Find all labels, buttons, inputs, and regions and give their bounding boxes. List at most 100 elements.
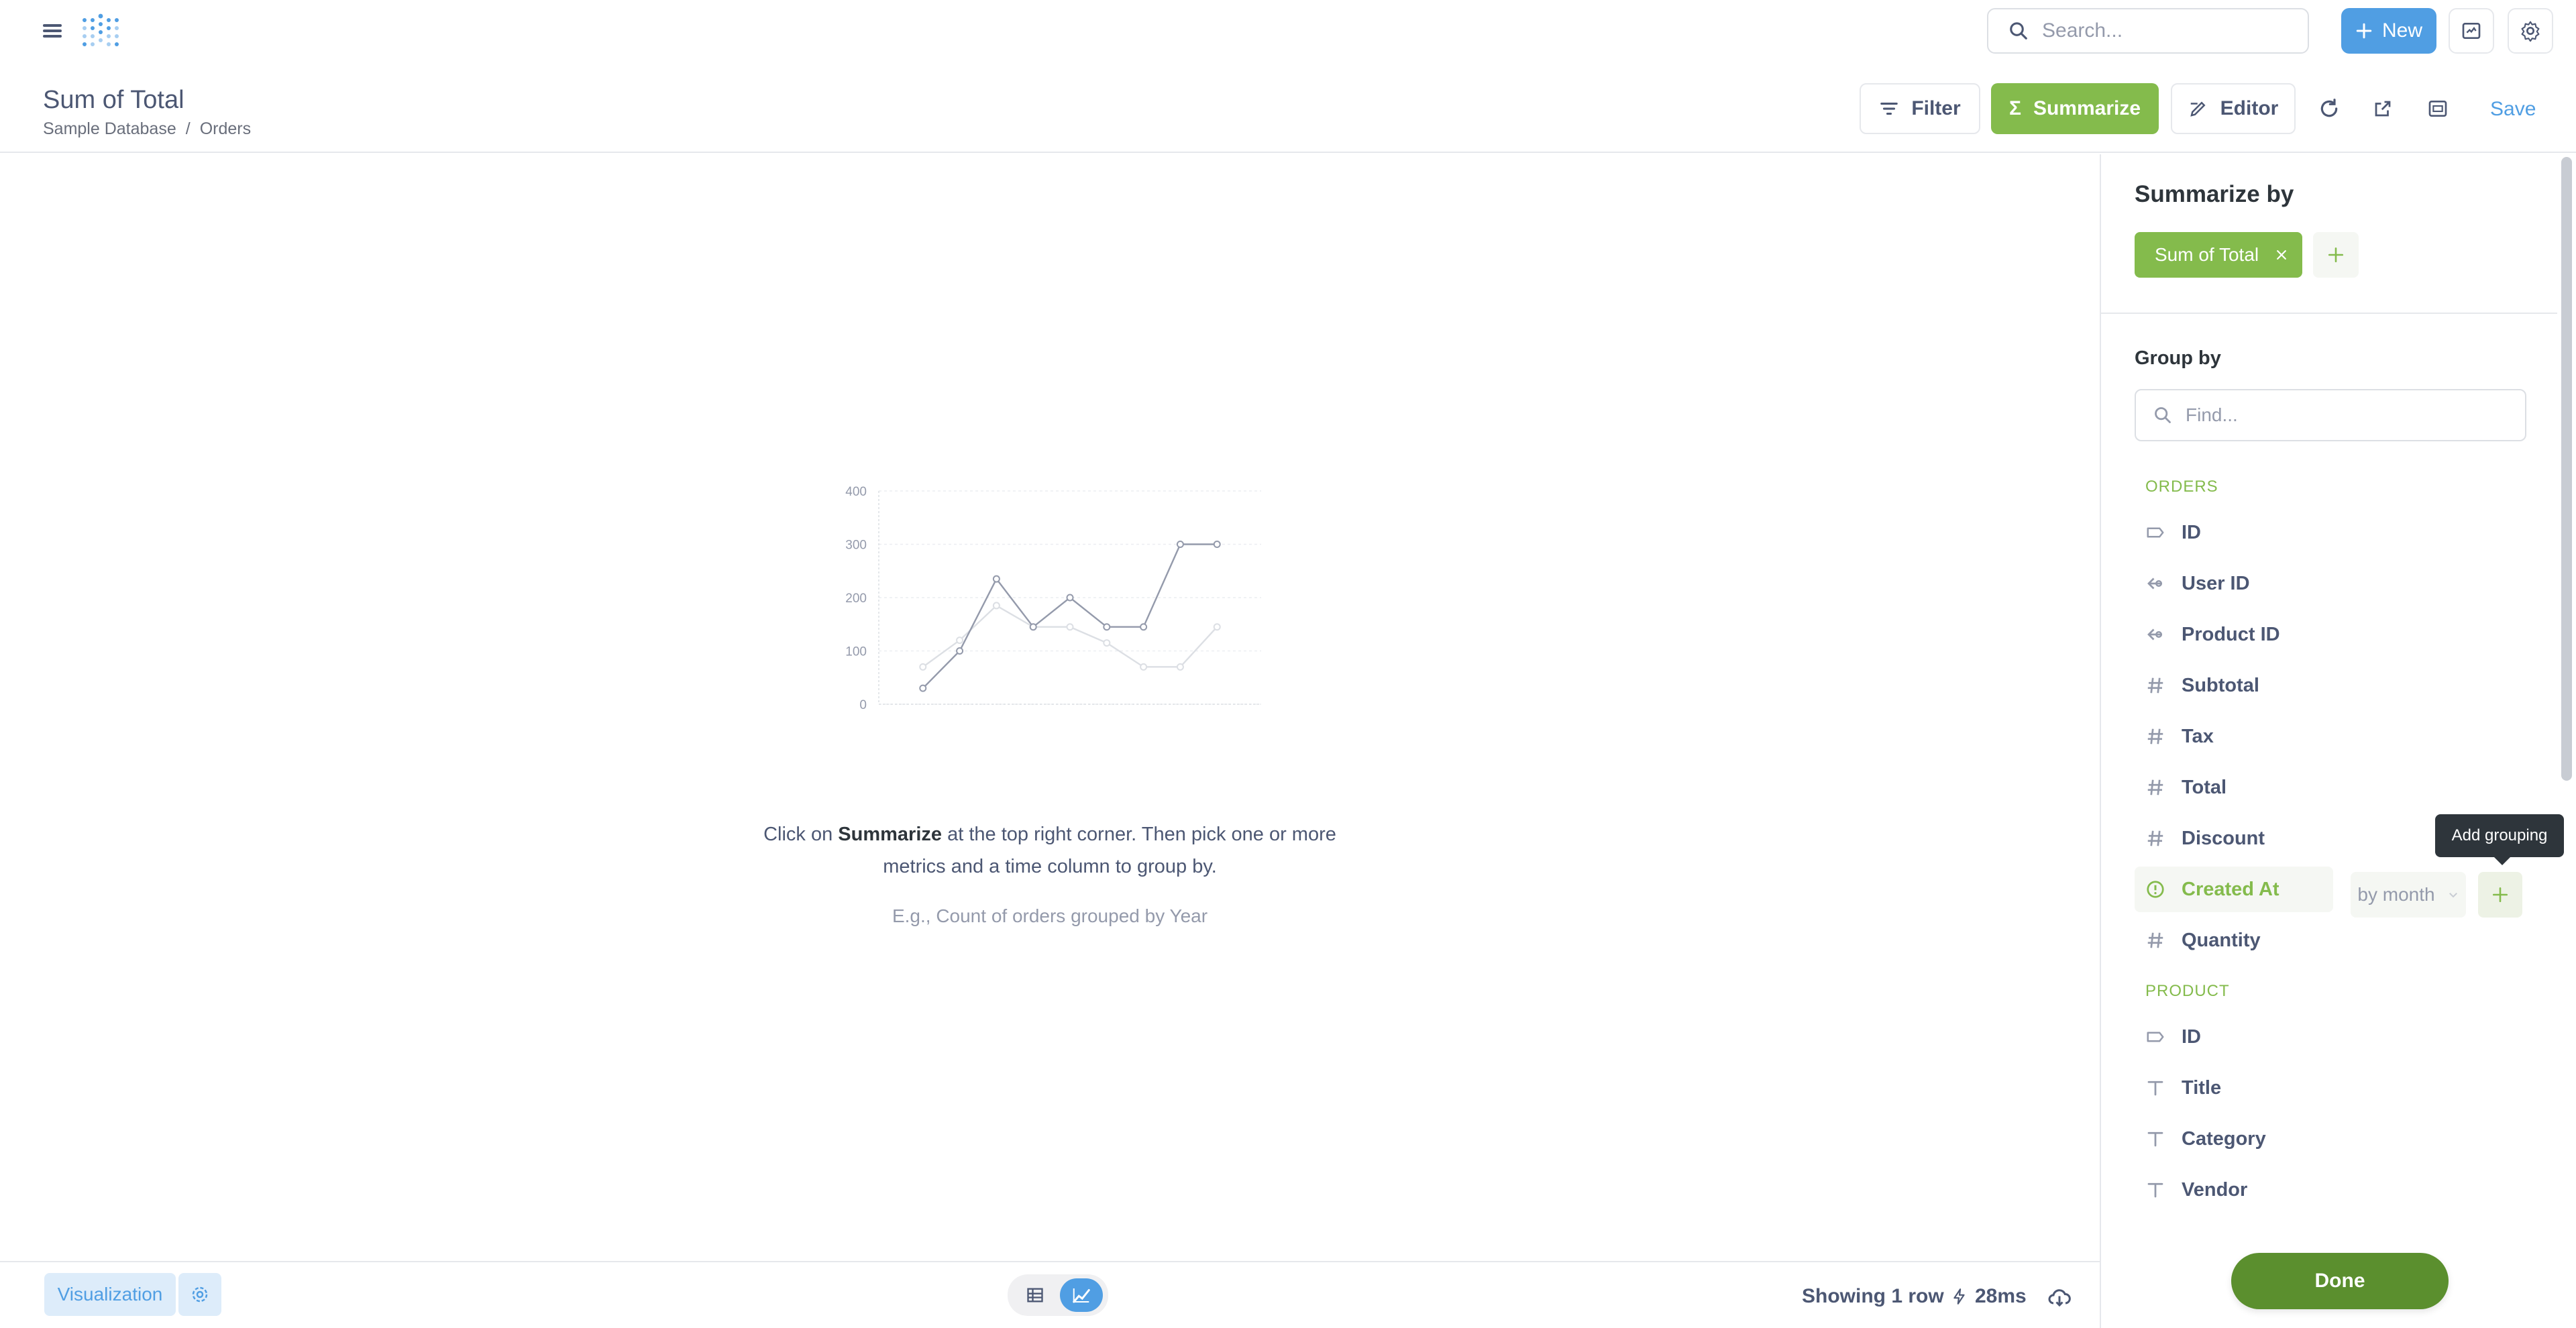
close-icon[interactable] (2275, 248, 2288, 262)
label-icon (2145, 522, 2165, 543)
group-by-title: Group by (2135, 347, 2221, 369)
logo-icon[interactable] (79, 11, 119, 51)
group-find-box[interactable] (2135, 389, 2526, 441)
notebook-icon (2190, 101, 2206, 117)
instruction-suffix: at the top right corner. Then pick one o… (883, 824, 1336, 877)
sidebar-divider (2101, 313, 2557, 314)
column-item-total[interactable]: Total (2135, 765, 2530, 810)
column-label: ID (2182, 1026, 2201, 1048)
embed-button[interactable] (2449, 8, 2494, 54)
y-tick-label: 100 (845, 645, 867, 659)
editor-label: Editor (2220, 97, 2279, 119)
new-button-label: New (2381, 19, 2422, 42)
column-item-subtotal[interactable]: Subtotal (2135, 663, 2530, 708)
gear-icon (2521, 21, 2540, 42)
column-label: Created At (2182, 878, 2279, 900)
metric-label: Sum of Total (2155, 244, 2259, 265)
connection-icon (2145, 624, 2165, 645)
bolt-icon (1953, 1288, 1965, 1305)
data-point (1066, 623, 1074, 631)
top-nav: New (0, 0, 2576, 62)
temporal-bucket-picker[interactable]: by month (2351, 872, 2466, 918)
data-point (1103, 623, 1111, 631)
sigma-icon: Σ (2008, 97, 2021, 119)
y-tick-label: 200 (845, 592, 867, 606)
summarize-sidebar: Summarize by Sum of Total Group by ORDER… (2100, 154, 2576, 1328)
new-button[interactable]: New (2341, 8, 2436, 54)
find-input[interactable] (2186, 404, 2508, 426)
y-tick-label: 300 (845, 539, 867, 553)
column-label: Quantity (2182, 929, 2261, 951)
timing-value: 28ms (1975, 1285, 2027, 1307)
column-label: Tax (2182, 725, 2214, 747)
data-point (1176, 663, 1184, 671)
column-item-vendor[interactable]: Vendor (2135, 1167, 2530, 1213)
empty-state-instructions: Click on Summarize at the top right corn… (738, 818, 1362, 883)
breadcrumb-table[interactable]: Orders (200, 119, 251, 139)
share-button[interactable] (2365, 91, 2400, 126)
embed-question-button[interactable] (2420, 91, 2455, 126)
column-label: User ID (2182, 572, 2250, 594)
data-point (956, 647, 964, 655)
data-point (1066, 594, 1074, 602)
metric-pill[interactable]: Sum of Total (2135, 232, 2302, 278)
summarize-label: Summarize (2033, 97, 2141, 119)
column-item-quantity[interactable]: Quantity (2135, 918, 2530, 963)
column-item-created-at[interactable]: Created At (2135, 867, 2333, 912)
column-item-category[interactable]: Category (2135, 1116, 2530, 1162)
filter-button[interactable]: Filter (1860, 83, 1980, 134)
text-icon (2145, 1078, 2165, 1098)
column-label: Discount (2182, 827, 2265, 849)
section-label-orders: ORDERS (2145, 478, 2218, 496)
global-search[interactable] (1987, 8, 2309, 54)
data-point (1103, 639, 1111, 647)
settings-button[interactable] (2508, 8, 2553, 54)
refresh-icon (2320, 99, 2338, 117)
sidebar-scrollbar[interactable] (2561, 157, 2572, 781)
column-item-id[interactable]: ID (2135, 1014, 2530, 1060)
refresh-button[interactable] (2312, 91, 2347, 126)
bucket-label: by month (2357, 884, 2435, 905)
embed-icon (2462, 23, 2481, 39)
done-button[interactable]: Done (2231, 1253, 2449, 1309)
data-point (992, 575, 1000, 583)
column-item-product-id[interactable]: Product ID (2135, 612, 2530, 657)
summarize-by-title: Summarize by (2135, 181, 2294, 207)
column-label: Vendor (2182, 1178, 2248, 1201)
viz-settings-button[interactable] (178, 1273, 221, 1316)
page-title[interactable]: Sum of Total (43, 86, 184, 115)
external-link-icon (2375, 101, 2391, 117)
column-item-id[interactable]: ID (2135, 510, 2530, 555)
instruction-bold: Summarize (838, 824, 943, 845)
column-label: Product ID (2182, 623, 2280, 645)
column-item-user-id[interactable]: User ID (2135, 561, 2530, 606)
data-point (1140, 623, 1148, 631)
section-label-product: PRODUCT (2145, 982, 2230, 1000)
column-label: Title (2182, 1076, 2222, 1099)
y-tick-label: 0 (859, 698, 867, 712)
text-icon (2145, 1129, 2165, 1149)
add-metric-button[interactable] (2313, 232, 2359, 278)
chart-view-toggle[interactable] (1059, 1278, 1103, 1312)
gear-icon (192, 1286, 208, 1303)
plus-icon (2328, 247, 2344, 263)
add-grouping-button[interactable] (2478, 872, 2522, 918)
add-grouping-tooltip: Add grouping (2435, 814, 2564, 865)
save-button[interactable]: Save (2490, 98, 2536, 121)
data-point (1213, 541, 1221, 548)
table-view-toggle[interactable] (1014, 1278, 1057, 1312)
menu-icon[interactable] (42, 20, 63, 42)
column-item-title[interactable]: Title (2135, 1065, 2530, 1111)
breadcrumb-database[interactable]: Sample Database (43, 119, 176, 139)
summarize-button[interactable]: Σ Summarize (1991, 83, 2159, 134)
connection-icon (2145, 573, 2165, 594)
empty-state-example: E.g., Count of orders grouped by Year (892, 905, 1208, 926)
embed-icon (2428, 101, 2447, 117)
column-label: Category (2182, 1127, 2266, 1150)
editor-button[interactable]: Editor (2171, 83, 2296, 134)
column-item-tax[interactable]: Tax (2135, 714, 2530, 759)
search-input[interactable] (2042, 19, 2297, 42)
download-icon[interactable] (2047, 1285, 2072, 1309)
row-count: Showing 1 row (1802, 1285, 1944, 1307)
visualization-button[interactable]: Visualization (44, 1273, 176, 1316)
